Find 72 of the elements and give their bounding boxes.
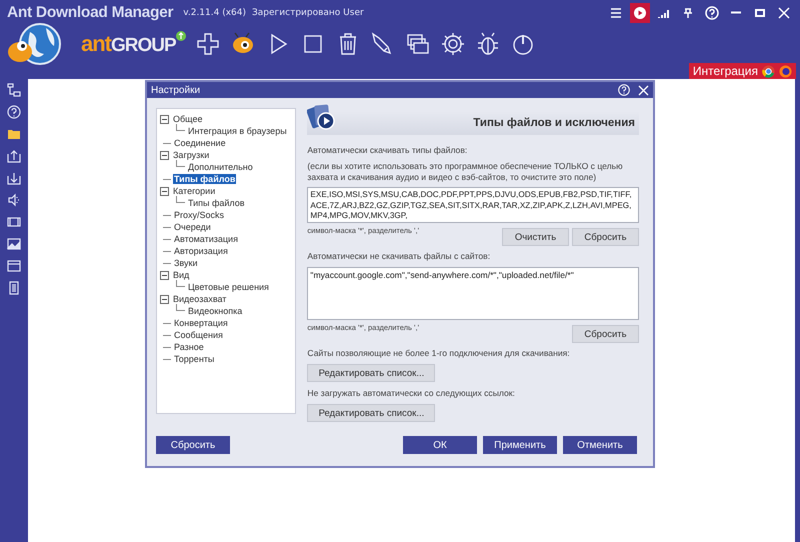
- dialog-button[interactable]: ОК: [403, 436, 477, 454]
- tree-item[interactable]: Звуки: [173, 258, 198, 268]
- clear-button[interactable]: Очистить: [502, 228, 569, 246]
- brand-logo: antGROUP: [81, 31, 176, 57]
- expander-icon[interactable]: [160, 186, 169, 196]
- menu-icon: [609, 6, 623, 20]
- play-icon: [633, 6, 647, 20]
- edit-list-button[interactable]: Редактировать список...: [307, 404, 436, 422]
- integration-button[interactable]: Интеграция: [688, 63, 796, 79]
- expander-icon[interactable]: [160, 270, 169, 280]
- section-title: Типы файлов и исключения: [473, 117, 635, 129]
- document-icon[interactable]: [7, 281, 21, 295]
- play-button[interactable]: [630, 2, 650, 22]
- browser-icon: [779, 64, 792, 78]
- folder-icon[interactable]: [7, 127, 21, 141]
- close-icon[interactable]: [638, 84, 649, 96]
- tree-item[interactable]: Разное: [173, 342, 205, 352]
- app-title: Ant Download Manager: [7, 4, 174, 22]
- tree-item[interactable]: Типы файлов: [187, 198, 246, 208]
- tree-item[interactable]: Вид: [172, 270, 190, 280]
- tree-item[interactable]: Торренты: [173, 354, 216, 364]
- field-label: Автоматически скачивать типы файлов:: [307, 145, 468, 156]
- expander-icon[interactable]: [160, 150, 169, 160]
- tree-item[interactable]: Видеозахват: [172, 294, 228, 304]
- tree-item[interactable]: Категории: [172, 186, 216, 196]
- help-icon: [705, 6, 719, 20]
- dialog-title: Настройки: [151, 84, 200, 96]
- tree-item[interactable]: Общее: [172, 114, 204, 124]
- frame-icon[interactable]: [7, 215, 21, 229]
- edit-list-button[interactable]: Редактировать список...: [307, 364, 436, 382]
- tree-item[interactable]: Сообщения: [173, 330, 224, 340]
- tree-item[interactable]: Авторизация: [173, 246, 229, 256]
- tree-item[interactable]: Интеграция в браузеры: [187, 126, 288, 136]
- upload-icon[interactable]: [7, 149, 21, 163]
- field-label: Автоматически не скачивать файлы с сайтов:: [307, 251, 492, 262]
- file-types-field[interactable]: EXE,ISO,MSI,SYS,MSU,CAB,DOC,PDF,PPT,PPS,DJVU,ODS,EPUB,FB2,PSD,TIF,TIFF,ACE,7Z,ARJ,BZ2,GZ,GZIP,TGZ,SEA,SIT,SITX,RAR,TAR,XZ,ZIP,APK,Z,LZH,AVI,MPEG,MP4,MPG,MOV,MKV,3GP,: [307, 187, 639, 223]
- help-icon[interactable]: [7, 105, 21, 119]
- tree-item[interactable]: Автоматизация: [173, 234, 239, 244]
- tree-item[interactable]: Соединение: [173, 138, 227, 148]
- field-label: Не загружать автоматически со следующих ссылок:: [307, 388, 516, 399]
- reset-button[interactable]: Сбросить: [572, 228, 639, 246]
- minimize-icon: [731, 11, 741, 14]
- tree-item[interactable]: Конвертация: [173, 318, 229, 328]
- dialog-button[interactable]: Сбросить: [156, 436, 230, 454]
- download-icon[interactable]: [7, 171, 21, 185]
- gear-icon[interactable]: [440, 31, 466, 57]
- sound-icon[interactable]: [7, 193, 21, 207]
- tree-item[interactable]: Загрузки: [172, 150, 210, 160]
- field-label: Сайты позволяющие не более 1-го подключения для скачивания:: [307, 348, 571, 359]
- tree-item[interactable]: Дополнительно: [187, 162, 254, 172]
- plus-icon[interactable]: [194, 31, 221, 57]
- close-icon: [777, 6, 791, 20]
- pin-icon: [681, 6, 695, 20]
- dialog-button[interactable]: Отменить: [563, 436, 637, 454]
- window-icon[interactable]: [7, 259, 21, 273]
- tree-item[interactable]: Proxy/Socks: [173, 210, 226, 220]
- reset-button[interactable]: Сбросить: [572, 325, 639, 343]
- update-badge-icon: [176, 31, 186, 41]
- tree-item[interactable]: Видеокнопка: [187, 306, 244, 316]
- tree-item[interactable]: Типы файлов: [173, 174, 236, 184]
- tree-item[interactable]: Очереди: [173, 222, 212, 232]
- image-icon[interactable]: [7, 237, 21, 251]
- registration-label: Зарегистрировано User: [252, 8, 364, 18]
- media-cards-icon: [307, 102, 338, 132]
- version-label: v.2.11.4 (x64): [183, 8, 246, 18]
- tree-icon[interactable]: [7, 83, 21, 97]
- excluded-sites-field[interactable]: "myaccount.google.com","send-anywhere.com/*","uploaded.net/file/*": [307, 267, 639, 320]
- dialog-button[interactable]: Применить: [483, 436, 557, 454]
- hint-text: (если вы хотите использовать это программное обеспечение ТОЛЬКО с целью захвата и скачивания аудио и видео с вэб-сайтов, то очистите это поле): [307, 161, 624, 183]
- expander-icon[interactable]: [160, 294, 169, 304]
- tree-item[interactable]: Цветовые решения: [187, 282, 270, 292]
- expander-icon[interactable]: [160, 114, 169, 124]
